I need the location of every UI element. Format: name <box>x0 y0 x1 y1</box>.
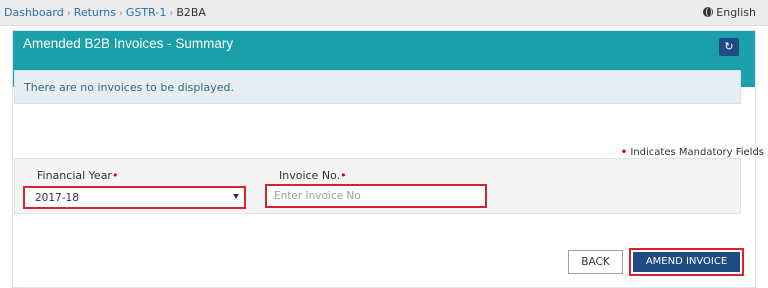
language-label: English <box>716 6 756 19</box>
breadcrumb-separator: › <box>169 8 174 19</box>
amend-invoice-button[interactable]: AMEND INVOICE <box>633 252 740 272</box>
no-invoices-notice: There are no invoices to be displayed. <box>14 70 741 104</box>
breadcrumb-dashboard[interactable]: Dashboard <box>4 6 64 19</box>
financial-year-select[interactable]: 2017-18 <box>23 186 246 209</box>
breadcrumb-current: B2BA <box>176 6 206 19</box>
filter-section: Financial Year• 2017-18 Invoice No.• <box>14 158 741 214</box>
breadcrumb-separator: › <box>66 8 71 19</box>
financial-year-label-text: Financial Year <box>37 169 112 182</box>
refresh-icon: ↻ <box>724 40 734 53</box>
page-title: Amended B2B Invoices - Summary <box>23 36 234 51</box>
invoice-no-input[interactable] <box>265 184 487 208</box>
required-marker: • <box>111 169 119 182</box>
globe-icon <box>703 7 714 17</box>
financial-year-value: 2017-18 <box>35 192 79 204</box>
chevron-down-icon <box>233 194 239 199</box>
invoice-no-label: Invoice No.• <box>279 169 347 182</box>
invoice-no-label-text: Invoice No. <box>279 169 341 182</box>
top-bar: Dashboard › Returns › GSTR-1 › B2BA English <box>0 0 768 26</box>
mandatory-fields-text: Indicates Mandatory Fields <box>630 147 764 158</box>
breadcrumb-gstr1[interactable]: GSTR-1 <box>126 6 166 19</box>
required-marker: • <box>620 147 628 158</box>
breadcrumb: Dashboard › Returns › GSTR-1 › B2BA <box>4 6 206 19</box>
language-selector[interactable]: English <box>703 6 756 19</box>
refresh-button[interactable]: ↻ <box>719 38 739 56</box>
mandatory-fields-note: • Indicates Mandatory Fields <box>621 147 764 158</box>
notice-text: There are no invoices to be displayed. <box>24 81 234 94</box>
required-marker: • <box>340 169 347 182</box>
back-button[interactable]: BACK <box>568 250 623 274</box>
financial-year-label: Financial Year• <box>37 169 118 182</box>
amend-invoice-highlight: AMEND INVOICE <box>629 248 744 276</box>
breadcrumb-returns[interactable]: Returns <box>74 6 116 19</box>
breadcrumb-separator: › <box>118 8 123 19</box>
